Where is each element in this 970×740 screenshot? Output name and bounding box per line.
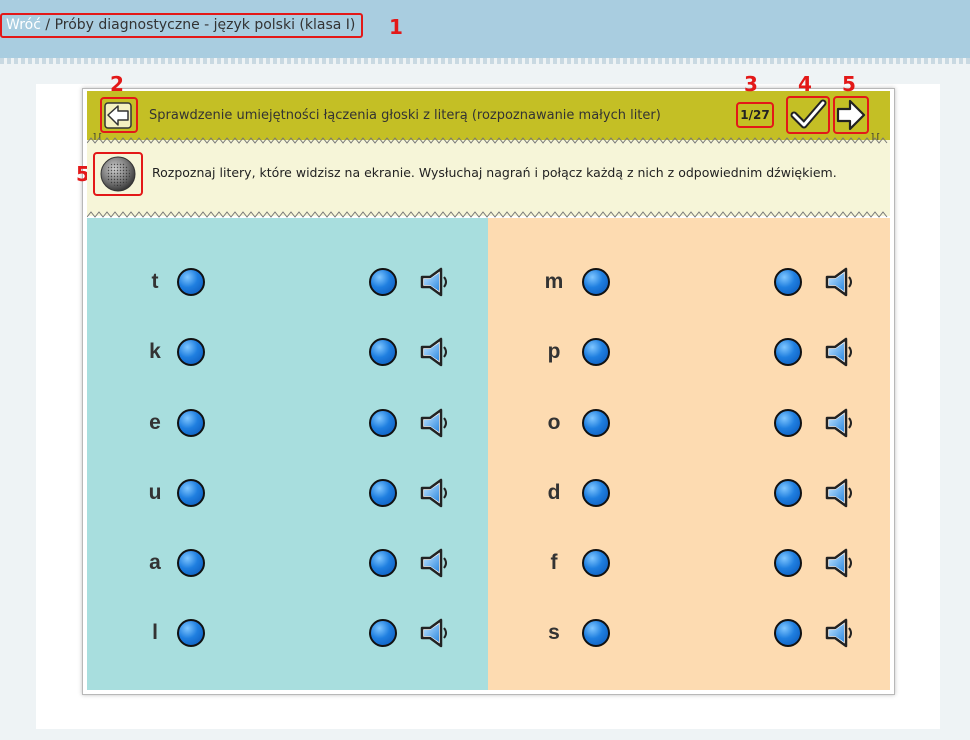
left-letter: u bbox=[148, 481, 162, 504]
annotation-marker-5: 5 bbox=[842, 72, 856, 96]
speaker-icon bbox=[420, 478, 447, 508]
annotation-marker-4: 4 bbox=[798, 72, 812, 96]
left-sound-connector[interactable] bbox=[369, 549, 397, 577]
left-sound-button[interactable] bbox=[419, 266, 453, 298]
speaker-icon bbox=[825, 618, 852, 648]
right-letter-connector[interactable] bbox=[582, 409, 610, 437]
left-letter: k bbox=[149, 340, 161, 363]
right-letter: p bbox=[547, 340, 561, 363]
right-letter-connector[interactable] bbox=[582, 619, 610, 647]
arrow-left-icon bbox=[104, 102, 132, 129]
right-sound-connector[interactable] bbox=[774, 409, 802, 437]
speaker-icon bbox=[825, 548, 852, 578]
left-letter-connector[interactable] bbox=[177, 619, 205, 647]
right-sound-connector[interactable] bbox=[774, 549, 802, 577]
right-letter-connector[interactable] bbox=[582, 338, 610, 366]
exercise-title: Sprawdzenie umiejętności łączenia głoski… bbox=[149, 108, 661, 123]
speaker-icon bbox=[420, 618, 447, 648]
previous-button[interactable] bbox=[100, 97, 138, 133]
breadcrumb: Wróć / Próby diagnostyczne - język polsk… bbox=[0, 13, 364, 38]
right-letter-connector[interactable] bbox=[582, 268, 610, 296]
instruction-text: Rozpoznaj litery, które widzisz na ekran… bbox=[152, 165, 837, 180]
left-sound-connector[interactable] bbox=[369, 619, 397, 647]
left-letter-connector[interactable] bbox=[177, 409, 205, 437]
left-letter: t bbox=[151, 270, 159, 293]
speaker-icon bbox=[825, 478, 852, 508]
left-letter: l bbox=[152, 621, 158, 644]
left-letter: a bbox=[149, 551, 161, 574]
right-sound-button[interactable] bbox=[824, 547, 858, 579]
back-link[interactable]: Wróć bbox=[6, 17, 41, 33]
right-sound-button[interactable] bbox=[824, 266, 858, 298]
annotation-marker-3: 3 bbox=[744, 72, 758, 96]
right-sound-button[interactable] bbox=[824, 336, 858, 368]
speaker-icon bbox=[420, 408, 447, 438]
left-letter-connector[interactable] bbox=[177, 479, 205, 507]
right-sound-button[interactable] bbox=[824, 477, 858, 509]
left-letter-connector[interactable] bbox=[177, 338, 205, 366]
right-sound-connector[interactable] bbox=[774, 479, 802, 507]
speaker-icon bbox=[825, 267, 852, 297]
breadcrumb-separator: / bbox=[40, 17, 55, 33]
annotation-marker-1: 1 bbox=[389, 15, 403, 39]
right-sound-button[interactable] bbox=[824, 617, 858, 649]
right-letter-connector[interactable] bbox=[582, 479, 610, 507]
speaker-icon bbox=[420, 337, 447, 367]
speaker-grille-icon bbox=[100, 156, 136, 192]
left-sound-button[interactable] bbox=[419, 336, 453, 368]
left-sound-button[interactable] bbox=[419, 617, 453, 649]
question-counter: 1/27 bbox=[736, 102, 774, 128]
left-letter: e bbox=[149, 411, 161, 434]
checkmark-icon bbox=[790, 99, 827, 129]
instruction-audio-button[interactable] bbox=[93, 152, 143, 196]
left-sound-button[interactable] bbox=[419, 547, 453, 579]
top-bar-divider bbox=[0, 58, 970, 64]
right-sound-button[interactable] bbox=[824, 407, 858, 439]
right-sound-connector[interactable] bbox=[774, 268, 802, 296]
left-sound-connector[interactable] bbox=[369, 268, 397, 296]
left-sound-connector[interactable] bbox=[369, 338, 397, 366]
zigzag-top bbox=[87, 137, 888, 144]
next-button[interactable] bbox=[833, 96, 869, 134]
arrow-right-icon bbox=[836, 99, 866, 131]
speaker-icon bbox=[825, 408, 852, 438]
left-sound-connector[interactable] bbox=[369, 409, 397, 437]
left-sound-connector[interactable] bbox=[369, 479, 397, 507]
check-button[interactable] bbox=[786, 96, 830, 134]
speaker-icon bbox=[420, 267, 447, 297]
right-letter: d bbox=[547, 481, 561, 504]
left-letter-connector[interactable] bbox=[177, 268, 205, 296]
annotation-marker-2: 2 bbox=[110, 72, 124, 96]
right-letter: s bbox=[548, 621, 560, 644]
right-letter: m bbox=[544, 270, 564, 293]
left-sound-button[interactable] bbox=[419, 477, 453, 509]
right-sound-connector[interactable] bbox=[774, 338, 802, 366]
right-letter-connector[interactable] bbox=[582, 549, 610, 577]
speaker-icon bbox=[825, 337, 852, 367]
left-sound-button[interactable] bbox=[419, 407, 453, 439]
right-letter: f bbox=[550, 551, 558, 574]
left-letter-connector[interactable] bbox=[177, 549, 205, 577]
right-letter: o bbox=[547, 411, 561, 434]
speaker-icon bbox=[420, 548, 447, 578]
right-sound-connector[interactable] bbox=[774, 619, 802, 647]
breadcrumb-path: Próby diagnostyczne - język polski (klas… bbox=[54, 17, 356, 33]
